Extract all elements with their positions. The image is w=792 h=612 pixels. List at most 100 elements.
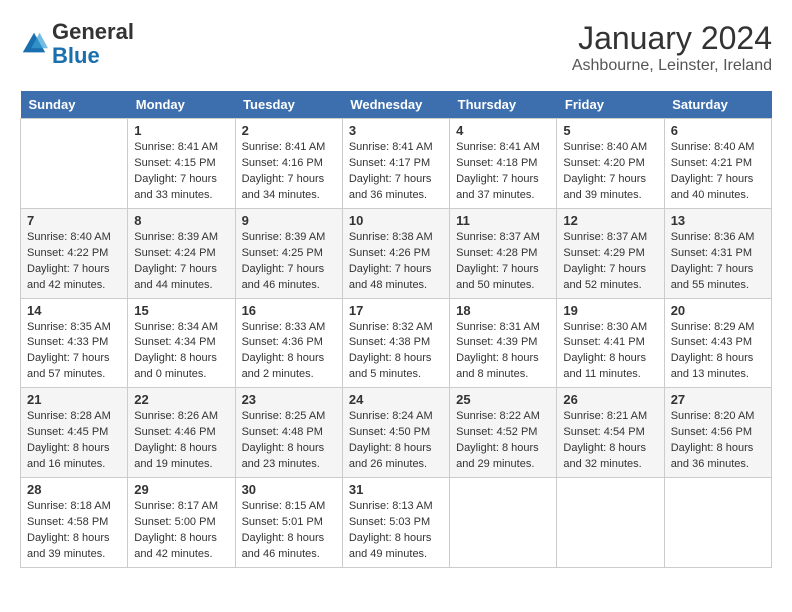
calendar-cell: 29Sunrise: 8:17 AMSunset: 5:00 PMDayligh… xyxy=(128,478,235,568)
calendar-week-row: 1Sunrise: 8:41 AMSunset: 4:15 PMDaylight… xyxy=(21,119,772,209)
calendar-cell: 6 Sunrise: 8:40 AMSunset: 4:21 PMDaylight… xyxy=(664,119,771,209)
calendar-cell: 24 Sunrise: 8:24 AMSunset: 4:50 PMDayligh… xyxy=(342,388,449,478)
day-info: Sunrise: 8:36 AMSunset: 4:31 PMDaylight:… xyxy=(671,230,765,294)
day-number: 23 xyxy=(242,392,336,407)
day-number: 12 xyxy=(563,213,657,228)
calendar-cell: 9Sunrise: 8:39 AMSunset: 4:25 PMDaylight… xyxy=(235,208,342,298)
calendar-cell: 26Sunrise: 8:21 AMSunset: 4:54 PMDayligh… xyxy=(557,388,664,478)
calendar-cell: 8 Sunrise: 8:39 AMSunset: 4:24 PMDaylight… xyxy=(128,208,235,298)
day-number: 1 xyxy=(134,123,228,138)
day-number: 24 xyxy=(349,392,443,407)
calendar-cell: 20Sunrise: 8:29 AMSunset: 4:43 PMDayligh… xyxy=(664,298,771,388)
calendar-week-row: 28 Sunrise: 8:18 AMSunset: 4:58 PMDayligh… xyxy=(21,478,772,568)
day-number: 10 xyxy=(349,213,443,228)
calendar-week-row: 14 Sunrise: 8:35 AMSunset: 4:33 PMDayligh… xyxy=(21,298,772,388)
day-number: 16 xyxy=(242,303,336,318)
day-info: Sunrise: 8:40 AMSunset: 4:21 PMDaylight:… xyxy=(671,140,765,204)
day-number: 8 xyxy=(134,213,228,228)
day-info: Sunrise: 8:26 AMSunset: 4:46 PMDaylight:… xyxy=(134,409,228,473)
calendar-cell xyxy=(21,119,128,209)
calendar-cell: 30Sunrise: 8:15 AMSunset: 5:01 PMDayligh… xyxy=(235,478,342,568)
day-info: Sunrise: 8:18 AMSunset: 4:58 PMDaylight:… xyxy=(27,499,121,563)
day-number: 5 xyxy=(563,123,657,138)
day-info: Sunrise: 8:37 AMSunset: 4:28 PMDaylight:… xyxy=(456,230,550,294)
day-number: 13 xyxy=(671,213,765,228)
day-info: Sunrise: 8:25 AMSunset: 4:48 PMDaylight:… xyxy=(242,409,336,473)
day-number: 11 xyxy=(456,213,550,228)
calendar-cell: 13 Sunrise: 8:36 AMSunset: 4:31 PMDayligh… xyxy=(664,208,771,298)
calendar-cell: 10Sunrise: 8:38 AMSunset: 4:26 PMDayligh… xyxy=(342,208,449,298)
day-info: Sunrise: 8:33 AMSunset: 4:36 PMDaylight:… xyxy=(242,320,336,384)
day-info: Sunrise: 8:39 AMSunset: 4:25 PMDaylight:… xyxy=(242,230,336,294)
calendar-cell: 5 Sunrise: 8:40 AMSunset: 4:20 PMDaylight… xyxy=(557,119,664,209)
day-number: 18 xyxy=(456,303,550,318)
day-info: Sunrise: 8:24 AMSunset: 4:50 PMDaylight:… xyxy=(349,409,443,473)
day-number: 15 xyxy=(134,303,228,318)
logo-general-text: General xyxy=(52,19,134,44)
day-info: Sunrise: 8:39 AMSunset: 4:24 PMDaylight:… xyxy=(134,230,228,294)
day-info: Sunrise: 8:28 AMSunset: 4:45 PMDaylight:… xyxy=(27,409,121,473)
calendar-cell: 2 Sunrise: 8:41 AMSunset: 4:16 PMDaylight… xyxy=(235,119,342,209)
day-info: Sunrise: 8:13 AMSunset: 5:03 PMDaylight:… xyxy=(349,499,443,563)
title-area: January 2024 Ashbourne, Leinster, Irelan… xyxy=(572,20,772,75)
day-number: 7 xyxy=(27,213,121,228)
calendar-cell: 23 Sunrise: 8:25 AMSunset: 4:48 PMDayligh… xyxy=(235,388,342,478)
calendar-cell: 1Sunrise: 8:41 AMSunset: 4:15 PMDaylight… xyxy=(128,119,235,209)
calendar-cell: 18Sunrise: 8:31 AMSunset: 4:39 PMDayligh… xyxy=(450,298,557,388)
calendar-header-friday: Friday xyxy=(557,91,664,119)
day-info: Sunrise: 8:29 AMSunset: 4:43 PMDaylight:… xyxy=(671,320,765,384)
calendar-header-row: SundayMondayTuesdayWednesdayThursdayFrid… xyxy=(21,91,772,119)
calendar-cell: 12 Sunrise: 8:37 AMSunset: 4:29 PMDayligh… xyxy=(557,208,664,298)
calendar-cell: 31 Sunrise: 8:13 AMSunset: 5:03 PMDayligh… xyxy=(342,478,449,568)
day-info: Sunrise: 8:15 AMSunset: 5:01 PMDaylight:… xyxy=(242,499,336,563)
calendar-cell: 28 Sunrise: 8:18 AMSunset: 4:58 PMDayligh… xyxy=(21,478,128,568)
logo: General Blue xyxy=(20,20,134,68)
day-info: Sunrise: 8:41 AMSunset: 4:17 PMDaylight:… xyxy=(349,140,443,204)
day-number: 28 xyxy=(27,482,121,497)
calendar-header-monday: Monday xyxy=(128,91,235,119)
day-info: Sunrise: 8:20 AMSunset: 4:56 PMDaylight:… xyxy=(671,409,765,473)
calendar-table: SundayMondayTuesdayWednesdayThursdayFrid… xyxy=(20,91,772,568)
calendar-cell: 11 Sunrise: 8:37 AMSunset: 4:28 PMDayligh… xyxy=(450,208,557,298)
day-info: Sunrise: 8:35 AMSunset: 4:33 PMDaylight:… xyxy=(27,320,121,384)
day-number: 31 xyxy=(349,482,443,497)
day-info: Sunrise: 8:30 AMSunset: 4:41 PMDaylight:… xyxy=(563,320,657,384)
day-number: 27 xyxy=(671,392,765,407)
calendar-cell: 25Sunrise: 8:22 AMSunset: 4:52 PMDayligh… xyxy=(450,388,557,478)
day-number: 4 xyxy=(456,123,550,138)
day-info: Sunrise: 8:34 AMSunset: 4:34 PMDaylight:… xyxy=(134,320,228,384)
day-number: 2 xyxy=(242,123,336,138)
calendar-cell: 7Sunrise: 8:40 AMSunset: 4:22 PMDaylight… xyxy=(21,208,128,298)
location-title: Ashbourne, Leinster, Ireland xyxy=(572,57,772,75)
calendar-cell: 27 Sunrise: 8:20 AMSunset: 4:56 PMDayligh… xyxy=(664,388,771,478)
calendar-cell: 16 Sunrise: 8:33 AMSunset: 4:36 PMDayligh… xyxy=(235,298,342,388)
calendar-header-tuesday: Tuesday xyxy=(235,91,342,119)
day-info: Sunrise: 8:37 AMSunset: 4:29 PMDaylight:… xyxy=(563,230,657,294)
calendar-cell xyxy=(664,478,771,568)
day-number: 14 xyxy=(27,303,121,318)
day-number: 6 xyxy=(671,123,765,138)
calendar-cell: 15 Sunrise: 8:34 AMSunset: 4:34 PMDayligh… xyxy=(128,298,235,388)
general-blue-logo-icon xyxy=(20,30,48,58)
calendar-header-sunday: Sunday xyxy=(21,91,128,119)
logo-blue-text: Blue xyxy=(52,43,100,68)
day-info: Sunrise: 8:41 AMSunset: 4:16 PMDaylight:… xyxy=(242,140,336,204)
header: General Blue January 2024 Ashbourne, Lei… xyxy=(20,20,772,75)
day-number: 26 xyxy=(563,392,657,407)
calendar-cell: 17Sunrise: 8:32 AMSunset: 4:38 PMDayligh… xyxy=(342,298,449,388)
day-number: 29 xyxy=(134,482,228,497)
calendar-header-thursday: Thursday xyxy=(450,91,557,119)
day-info: Sunrise: 8:32 AMSunset: 4:38 PMDaylight:… xyxy=(349,320,443,384)
calendar-week-row: 7Sunrise: 8:40 AMSunset: 4:22 PMDaylight… xyxy=(21,208,772,298)
day-number: 3 xyxy=(349,123,443,138)
day-number: 25 xyxy=(456,392,550,407)
calendar-week-row: 21 Sunrise: 8:28 AMSunset: 4:45 PMDayligh… xyxy=(21,388,772,478)
day-info: Sunrise: 8:40 AMSunset: 4:20 PMDaylight:… xyxy=(563,140,657,204)
calendar-cell: 14 Sunrise: 8:35 AMSunset: 4:33 PMDayligh… xyxy=(21,298,128,388)
calendar-cell: 21 Sunrise: 8:28 AMSunset: 4:45 PMDayligh… xyxy=(21,388,128,478)
calendar-cell xyxy=(450,478,557,568)
day-number: 21 xyxy=(27,392,121,407)
month-title: January 2024 xyxy=(572,20,772,57)
day-number: 19 xyxy=(563,303,657,318)
calendar-cell: 19 Sunrise: 8:30 AMSunset: 4:41 PMDayligh… xyxy=(557,298,664,388)
